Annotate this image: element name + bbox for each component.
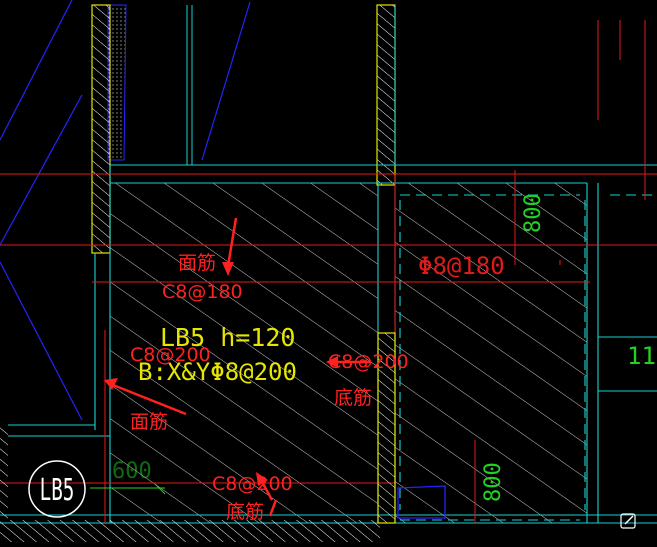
right-dim-label: 110	[627, 342, 657, 370]
cad-drawing-canvas[interactable]: LB5 600 800 800 110 LB5 h=120 B:X&YΦ8@20…	[0, 0, 657, 542]
bubble-label: LB5	[40, 473, 75, 508]
bottom-rebar-spec: C8@200	[212, 473, 293, 495]
slab-id-bubble: LB5	[28, 460, 86, 518]
top-rebar-title: 面筋	[178, 252, 216, 274]
cad-drawing-svg: LB5 600 800 800 110 LB5 h=120 B:X&YΦ8@20…	[0, 0, 657, 542]
left-rebar-title: 面筋	[130, 411, 168, 433]
dim-600-label: 600	[112, 459, 152, 484]
dim-800-top-label: 800	[521, 193, 546, 233]
left-rebar-spec: C8@200	[130, 344, 211, 366]
top-rebar-spec: C8@180	[162, 281, 243, 303]
rebar-right-label: Φ8@180	[418, 252, 505, 280]
bottom-rebar-title: 底筋	[226, 501, 264, 523]
dim-800-bottom-label: 800	[481, 462, 506, 502]
edit-icon[interactable]	[620, 513, 636, 529]
dim-800-top: 800	[521, 193, 546, 233]
dim-800-bottom: 800	[481, 462, 506, 502]
right-rebar-spec: C8@200	[328, 351, 409, 373]
right-rebar-title: 底筋	[334, 387, 372, 409]
